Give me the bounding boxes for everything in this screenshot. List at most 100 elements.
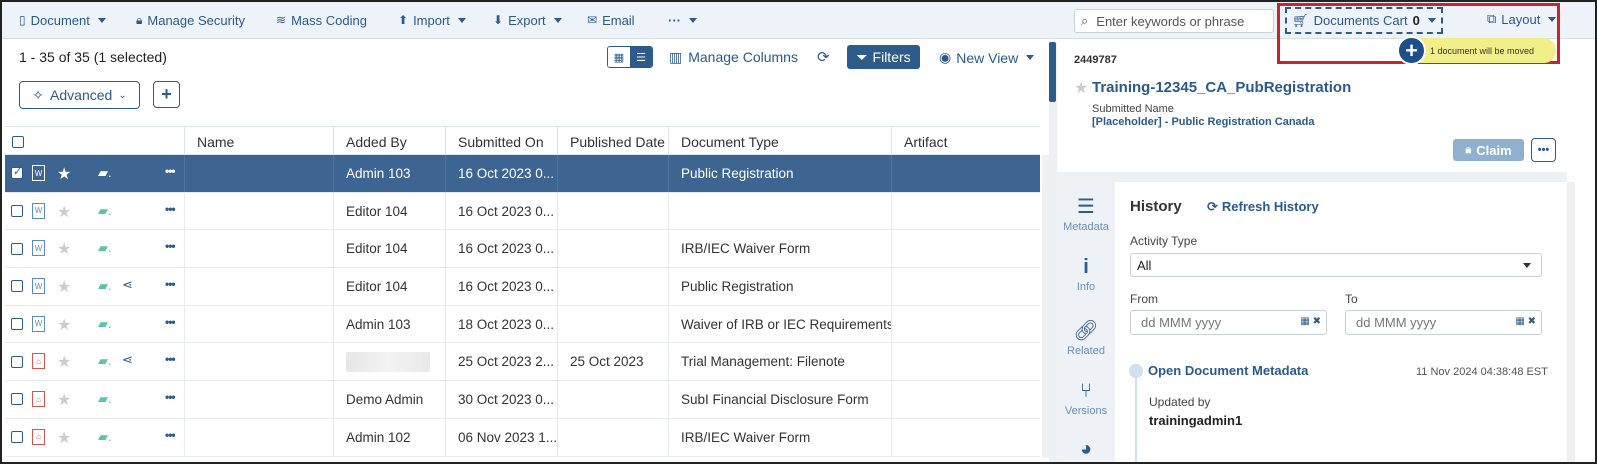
table-row[interactable]: W ★ ▰. ••• Admin 103 16 Oct 2023 0... Public R… bbox=[5, 155, 1040, 193]
search-input[interactable]: ⌕ Enter keywords or phrase bbox=[1074, 9, 1274, 33]
list-view-icon[interactable]: ☰ bbox=[630, 47, 652, 67]
column-header-name[interactable]: Name bbox=[185, 127, 334, 156]
star-icon[interactable]: ★ bbox=[57, 202, 71, 222]
import-menu[interactable]: ⬆ Import bbox=[398, 2, 466, 39]
book-icon[interactable]: ▰. bbox=[98, 240, 112, 256]
row-checkbox[interactable] bbox=[11, 393, 23, 406]
book-icon[interactable]: ▰. bbox=[98, 165, 112, 181]
word-file-icon[interactable]: W bbox=[32, 165, 45, 181]
to-date-input[interactable]: dd MMM yyyy ▦ ✖ bbox=[1345, 310, 1542, 335]
add-button[interactable]: + bbox=[153, 81, 180, 108]
table-row[interactable]: W ★ ▰. ⋖ ••• Editor 104 16 Oct 2023 0... Public… bbox=[5, 268, 1040, 306]
tab-metadata[interactable]: ☰ Metadata bbox=[1057, 194, 1115, 233]
activity-type-select[interactable]: All bbox=[1130, 253, 1542, 277]
row-checkbox[interactable] bbox=[11, 165, 23, 180]
ellipsis-icon[interactable]: ••• bbox=[165, 428, 176, 442]
manage-security-button[interactable]: 🔒︎ Manage Security bbox=[136, 2, 245, 39]
ellipsis-icon[interactable]: ••• bbox=[165, 202, 176, 216]
claim-button[interactable]: 🔒︎ Claim bbox=[1453, 139, 1524, 161]
from-date-input[interactable]: dd MMM yyyy ▦ ✖ bbox=[1130, 310, 1327, 335]
tab-info[interactable]: i Info bbox=[1057, 256, 1115, 293]
column-header-submitted-on[interactable]: Submitted On bbox=[446, 127, 558, 156]
grid-view-icon[interactable]: ▦ bbox=[608, 47, 630, 67]
star-icon[interactable]: ★ bbox=[57, 352, 71, 372]
more-actions-button[interactable]: ••• bbox=[1531, 138, 1556, 162]
star-icon[interactable]: ★ bbox=[57, 315, 71, 335]
pdf-file-icon[interactable]: ⌂ bbox=[32, 353, 45, 370]
ellipsis-icon[interactable]: ••• bbox=[165, 390, 176, 404]
added-by-text: Admin 103 bbox=[346, 316, 411, 332]
ellipsis-icon[interactable]: ••• bbox=[165, 239, 176, 253]
row-checkbox[interactable] bbox=[11, 205, 23, 218]
row-checkbox[interactable] bbox=[11, 355, 23, 368]
export-menu[interactable]: ⬇ Export bbox=[493, 2, 562, 39]
filters-button[interactable]: ⏷ Filters bbox=[847, 45, 920, 69]
book-icon[interactable]: ▰. bbox=[98, 429, 112, 445]
manage-columns-button[interactable]: ▥ Manage Columns bbox=[669, 49, 798, 66]
tab-versions[interactable]: ⑂ Versions bbox=[1057, 380, 1115, 417]
row-checkbox[interactable] bbox=[11, 280, 23, 293]
cell-artifact bbox=[892, 230, 1040, 267]
document-title[interactable]: Training-12345_CA_PubRegistration bbox=[1092, 79, 1351, 96]
ellipsis-icon[interactable]: ••• bbox=[165, 164, 176, 178]
pdf-file-icon[interactable]: ⌂ bbox=[32, 428, 45, 445]
column-header-added-by[interactable]: Added By bbox=[334, 127, 446, 156]
table-scrollbar[interactable] bbox=[1042, 155, 1049, 458]
book-icon[interactable]: ▰. bbox=[98, 391, 112, 407]
ellipsis-icon[interactable]: ••• bbox=[165, 277, 176, 291]
table-row[interactable]: ⌂ ★ ▰. ••• Demo Admin 30 Oct 2023 0... SubI Fi… bbox=[5, 381, 1040, 419]
table-row[interactable]: ⌂ ★ ▰. ••• Admin 102 06 Nov 2023 1... IRB/IEC … bbox=[5, 418, 1040, 457]
panel-splitter[interactable] bbox=[1049, 42, 1057, 462]
column-header-artifact[interactable]: Artifact bbox=[892, 127, 1040, 156]
share-icon[interactable]: ⋖ bbox=[122, 352, 133, 368]
star-icon[interactable]: ★ bbox=[57, 164, 71, 184]
calendar-icon[interactable]: ▦ ✖ bbox=[1300, 316, 1321, 327]
tab-more[interactable]: ◕ bbox=[1057, 438, 1115, 462]
book-icon[interactable]: ▰. bbox=[98, 278, 112, 294]
book-icon[interactable]: ▰. bbox=[98, 353, 112, 369]
refresh-icon[interactable]: ⟳ bbox=[817, 48, 830, 66]
book-icon[interactable]: ▰. bbox=[98, 203, 112, 219]
table-row[interactable]: W ★ ▰. ••• Editor 104 16 Oct 2023 0... IRB/IEC… bbox=[5, 230, 1040, 269]
view-toggle[interactable]: ▦ ☰ bbox=[607, 46, 653, 68]
star-icon[interactable]: ★ bbox=[57, 428, 71, 448]
refresh-history-button[interactable]: ⟳ Refresh History bbox=[1207, 199, 1319, 215]
book-icon[interactable]: ▰. bbox=[98, 316, 112, 332]
ellipsis-icon[interactable]: ••• bbox=[165, 352, 176, 366]
history-event-title[interactable]: Open Document Metadata bbox=[1148, 363, 1308, 378]
select-all-checkbox[interactable] bbox=[12, 135, 24, 148]
cell-added-by: Editor 104 bbox=[334, 192, 446, 230]
table-row[interactable]: W ★ ▰. ••• Admin 103 18 Oct 2023 0... Waiver o… bbox=[5, 305, 1040, 344]
cell-submitted-on: 18 Oct 2023 0... bbox=[446, 305, 558, 343]
new-view-menu[interactable]: ◉ New View bbox=[939, 49, 1035, 66]
row-checkbox[interactable] bbox=[11, 242, 23, 255]
share-icon[interactable]: ⋖ bbox=[122, 277, 133, 293]
table-row[interactable]: W ★ ▰. ••• Editor 104 16 Oct 2023 0... bbox=[5, 192, 1040, 231]
column-header-published-date[interactable]: Published Date bbox=[558, 127, 669, 156]
advanced-search-button[interactable]: ✧ Advanced ⌄ bbox=[19, 81, 140, 109]
word-file-icon[interactable]: W bbox=[32, 240, 45, 257]
row-checkbox[interactable] bbox=[11, 318, 23, 331]
submitted-name-value[interactable]: [Placeholder] - Public Registration Cana… bbox=[1092, 116, 1315, 128]
star-icon[interactable]: ★ bbox=[57, 239, 71, 259]
ellipsis-icon[interactable]: ••• bbox=[165, 315, 176, 329]
calendar-icon[interactable]: ▦ ✖ bbox=[1515, 316, 1536, 327]
star-icon[interactable]: ★ bbox=[57, 390, 71, 410]
word-file-icon[interactable]: W bbox=[32, 202, 45, 219]
more-menu[interactable]: ··· bbox=[668, 2, 697, 39]
cell-submitted-on: 06 Nov 2023 1... bbox=[446, 418, 558, 456]
word-file-icon[interactable]: W bbox=[32, 315, 45, 332]
word-file-icon[interactable]: W bbox=[32, 278, 45, 295]
star-icon[interactable]: ★ bbox=[1074, 78, 1088, 98]
pdf-file-icon[interactable]: ⌂ bbox=[32, 391, 45, 408]
document-menu[interactable]: ▯ Document bbox=[19, 2, 106, 39]
row-checkbox[interactable] bbox=[11, 431, 23, 444]
star-icon[interactable]: ★ bbox=[57, 277, 71, 297]
table-row[interactable]: ⌂ ★ ▰. ⋖ ••• 25 Oct 2023 2... 25 Oct 2023 Trial… bbox=[5, 343, 1040, 382]
detail-scrollbar[interactable] bbox=[1567, 182, 1575, 462]
column-header-document-type[interactable]: Document Type bbox=[669, 127, 892, 156]
email-button[interactable]: ✉ Email bbox=[587, 2, 635, 39]
tab-related[interactable]: 🔗︎ Related bbox=[1057, 318, 1115, 357]
mass-coding-button[interactable]: ≋ Mass Coding bbox=[276, 2, 367, 39]
splitter-handle[interactable] bbox=[1049, 42, 1056, 102]
